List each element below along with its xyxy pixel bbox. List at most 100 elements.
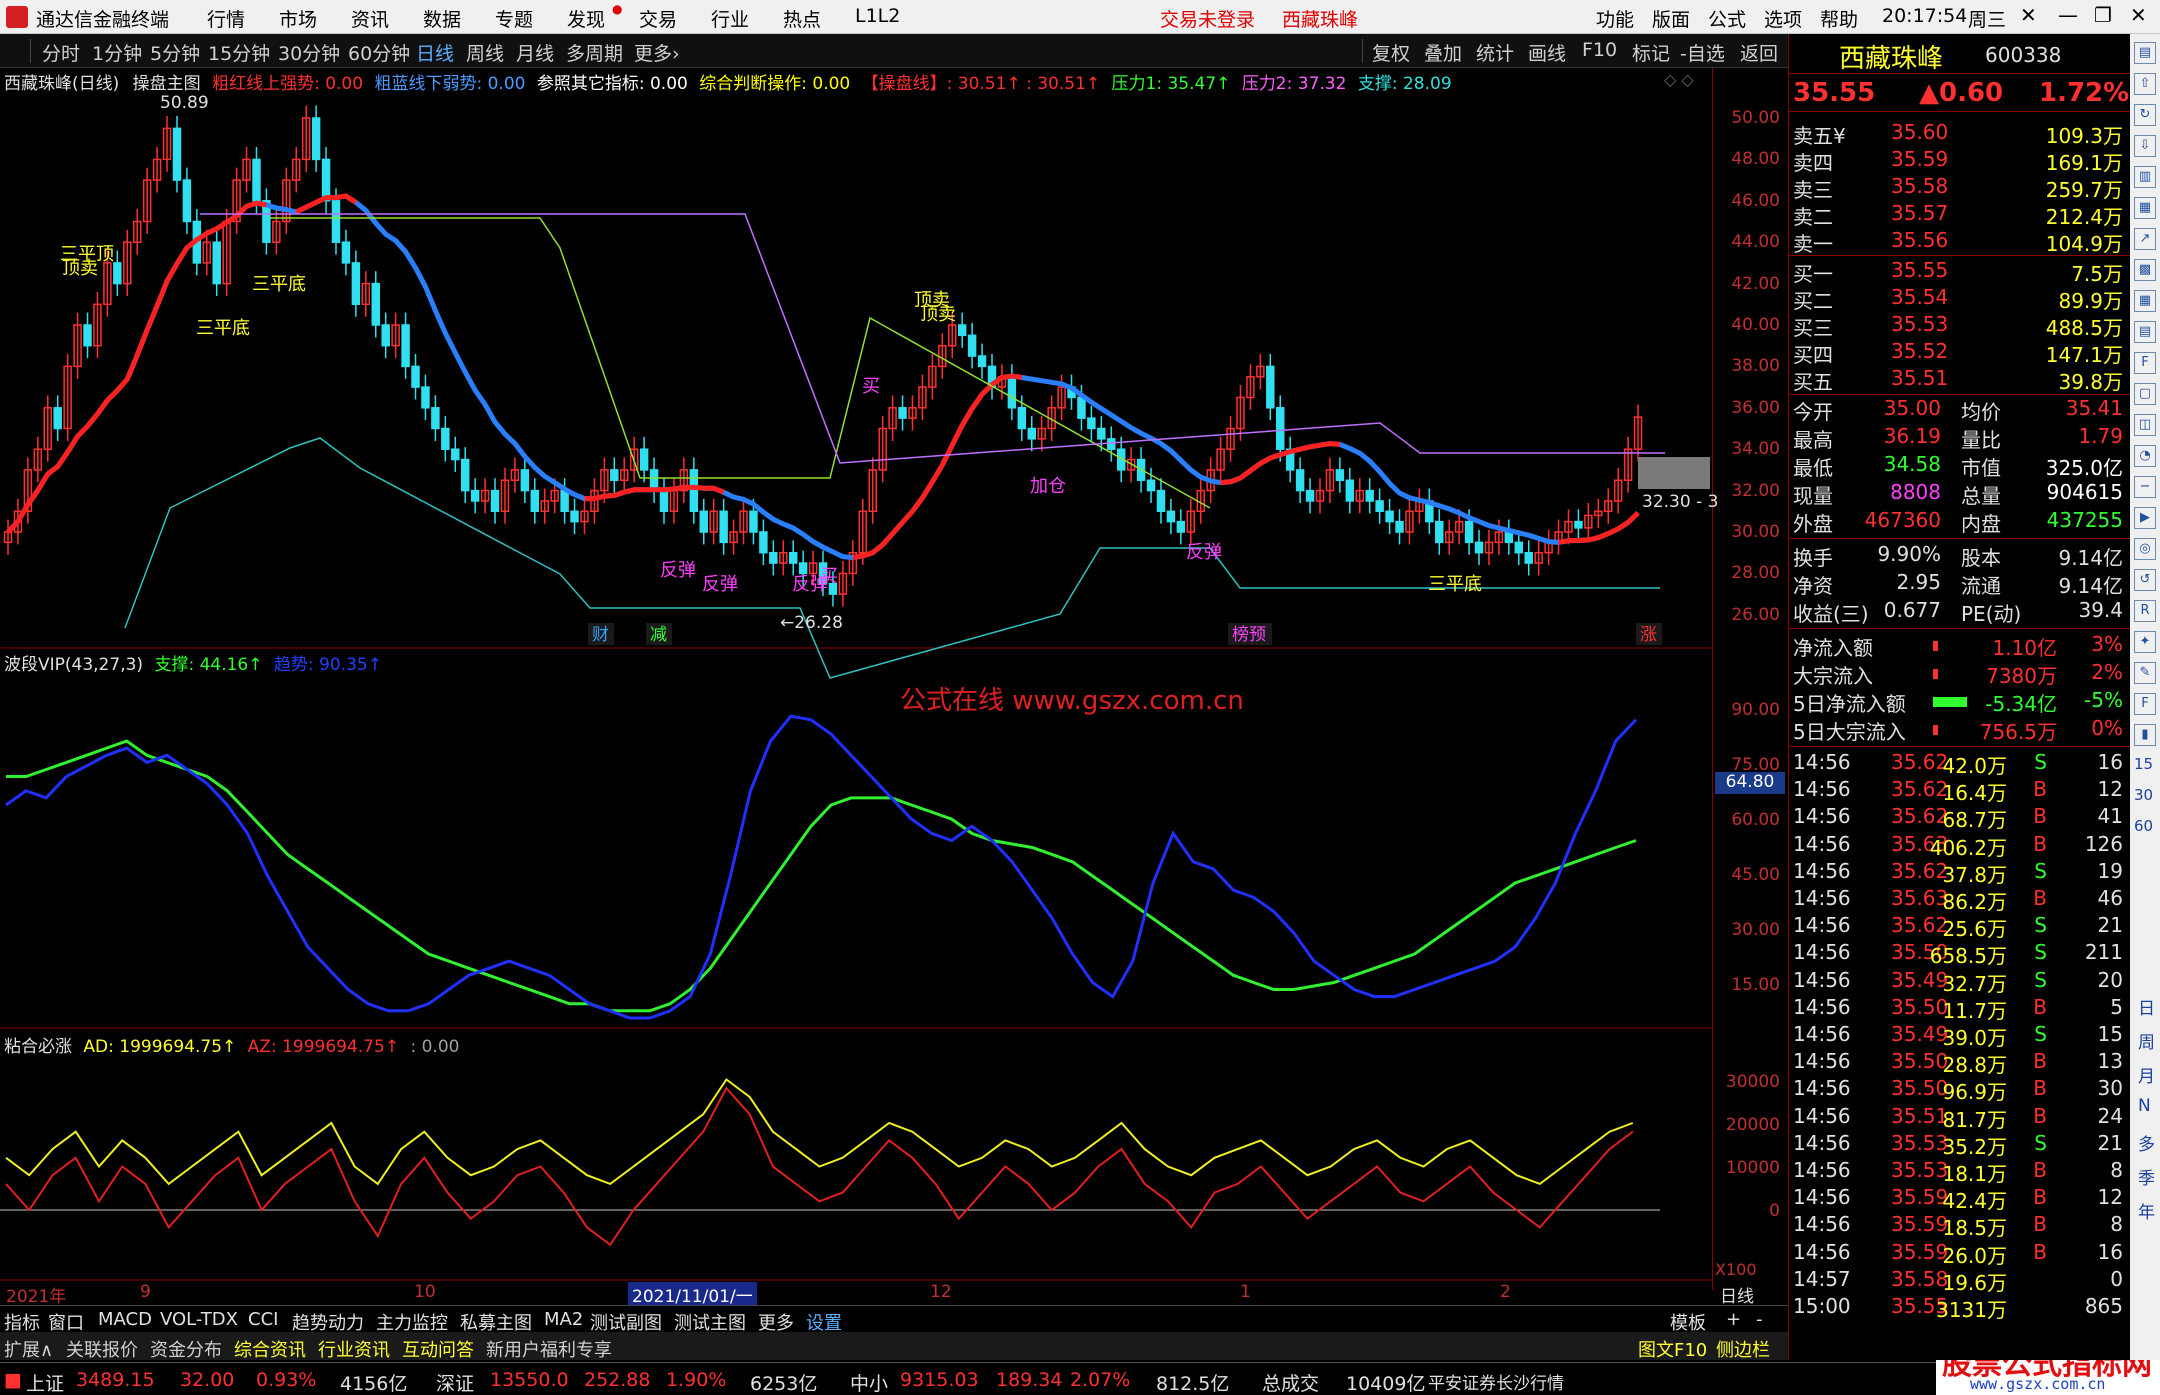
indicator-name[interactable]: 操盘主图	[133, 74, 201, 94]
menu-item-banmian[interactable]: 版面	[1652, 5, 1690, 32]
menu-item-gongshi[interactable]: 公式	[1708, 5, 1746, 32]
label-60[interactable]: 60	[2134, 817, 2153, 835]
minimize-icon[interactable]: —	[2058, 3, 2078, 27]
label-15[interactable]: 15	[2134, 755, 2153, 773]
down-arrow-icon[interactable]: ⇩	[2134, 135, 2156, 157]
event-tag[interactable]: 财	[592, 625, 609, 645]
event-tag[interactable]: 减	[650, 625, 667, 645]
ad-title[interactable]: 粘合必涨	[4, 1037, 72, 1057]
menu-item-hangqing[interactable]: 行情	[207, 5, 245, 32]
remove-watchlist-button[interactable]: -自选	[1680, 39, 1725, 66]
menu-item-zhuanti[interactable]: 专题	[495, 5, 533, 32]
period-side-3[interactable]: N	[2138, 1096, 2151, 1116]
f10-icon[interactable]: F	[2134, 352, 2156, 374]
period-fenshi[interactable]: 分时	[42, 39, 80, 66]
period-daily[interactable]: 日线	[416, 39, 454, 66]
menu-item-zixun[interactable]: 资讯	[351, 5, 389, 32]
tab-cci[interactable]: CCI	[248, 1309, 278, 1330]
period-side-4[interactable]: 多	[2138, 1130, 2155, 1155]
close-tab-icon[interactable]: ✕	[2020, 3, 2037, 27]
menu-item-hangye[interactable]: 行业	[711, 5, 749, 32]
bid-row[interactable]: 买三 35.53 488.5万	[1793, 312, 2127, 340]
tab-f10[interactable]: 图文F10	[1638, 1336, 1707, 1362]
sh-name[interactable]: 上证	[26, 1369, 64, 1395]
chart-area[interactable]: 50.89←26.28三平顶顶卖三平底三平底顶卖顶卖反弹反弹 反弹买 三平底加仓反弹…	[0, 68, 1712, 1290]
period-side-5[interactable]: 季	[2138, 1164, 2155, 1189]
bar-chart-icon[interactable]: ▥	[2134, 166, 2156, 188]
grid-icon[interactable]: ▩	[2134, 259, 2156, 281]
tab-qa[interactable]: 互动问答	[402, 1336, 474, 1362]
ask-row[interactable]: 卖一 35.56 104.9万	[1793, 228, 2127, 256]
bid-row[interactable]: 买二 35.54 89.9万	[1793, 285, 2127, 313]
tab-new-user[interactable]: 新用户福利专享	[486, 1336, 612, 1362]
pen-icon[interactable]: ✎	[2134, 662, 2156, 684]
period-side-6[interactable]: 年	[2138, 1198, 2155, 1223]
ask-row[interactable]: 卖二 35.57 212.4万	[1793, 201, 2127, 229]
period-30min[interactable]: 30分钟	[278, 39, 340, 66]
period-more[interactable]: 更多›	[634, 39, 680, 66]
menu-item-gongneng[interactable]: 功能	[1596, 5, 1634, 32]
menu-item-redian[interactable]: 热点	[783, 5, 821, 32]
zx-name[interactable]: 中小	[850, 1369, 888, 1395]
tab-ma2[interactable]: MA2	[544, 1309, 583, 1330]
tab-related-quote[interactable]: 关联报价	[66, 1336, 138, 1362]
bid-row[interactable]: 买一 35.55 7.5万	[1793, 258, 2127, 286]
table-icon[interactable]: ▤	[2134, 321, 2156, 343]
play-icon[interactable]: ▶	[2134, 507, 2156, 529]
ask-row[interactable]: 卖五¥ 35.60 109.3万	[1793, 120, 2127, 148]
menu-item-shichang[interactable]: 市场	[279, 5, 317, 32]
page-icon[interactable]: ▢	[2134, 383, 2156, 405]
tab-industry-news[interactable]: 行业资讯	[318, 1336, 390, 1362]
tab-news[interactable]: 综合资讯	[234, 1336, 306, 1362]
login-status[interactable]: 交易未登录	[1160, 5, 1255, 32]
kline2-icon[interactable]: ▦	[2134, 290, 2156, 312]
bid-row[interactable]: 买四 35.52 147.1万	[1793, 339, 2127, 367]
tab-vol-tdx[interactable]: VOL-TDX	[160, 1309, 238, 1330]
ask-row[interactable]: 卖三 35.58 259.7万	[1793, 174, 2127, 202]
period-side-1[interactable]: 周	[2138, 1028, 2155, 1053]
line-chart-icon[interactable]: ↗	[2134, 228, 2156, 250]
draw-line-button[interactable]: 画线	[1528, 39, 1566, 66]
menu-item-jiaoyi[interactable]: 交易	[639, 5, 677, 32]
wave-title[interactable]: 波段VIP(43,27,3)	[4, 655, 143, 675]
sz-name[interactable]: 深证	[436, 1369, 474, 1395]
kline-icon[interactable]: ▦	[2134, 197, 2156, 219]
mark-button[interactable]: 标记	[1632, 39, 1670, 66]
menu-item-shuju[interactable]: 数据	[423, 5, 461, 32]
period-weekly[interactable]: 周线	[466, 39, 504, 66]
close-window-icon[interactable]: ✕	[2130, 3, 2147, 27]
ask-row[interactable]: 卖四 35.59 169.1万	[1793, 147, 2127, 175]
spark-icon[interactable]: ✦	[2134, 631, 2156, 653]
period-5min[interactable]: 5分钟	[150, 39, 200, 66]
period-monthly[interactable]: 月线	[516, 39, 554, 66]
add-panel-button[interactable]: +	[1726, 1309, 1741, 1330]
tab-macd[interactable]: MACD	[98, 1309, 152, 1330]
bid-row[interactable]: 买五 35.51 39.8万	[1793, 366, 2127, 394]
menu-item-bangzhu[interactable]: 帮助	[1820, 5, 1858, 32]
event-tag[interactable]: 榜预	[1232, 625, 1266, 645]
stats-button[interactable]: 统计	[1476, 39, 1514, 66]
header-diamond-icon[interactable]: ◇ ◇	[1664, 70, 1694, 89]
clock-icon[interactable]: ◔	[2134, 445, 2156, 467]
tab-expand[interactable]: 扩展∧	[4, 1336, 53, 1362]
period-side-0[interactable]: 日	[2138, 994, 2155, 1019]
event-tag[interactable]: 涨	[1640, 625, 1657, 645]
up-arrow-icon[interactable]: ⇧	[2134, 73, 2156, 95]
label-30[interactable]: 30	[2134, 786, 2153, 804]
back-button[interactable]: 返回	[1740, 39, 1778, 66]
menu-item-xuanxiang[interactable]: 选项	[1764, 5, 1802, 32]
period-1min[interactable]: 1分钟	[92, 39, 142, 66]
tab-fund-dist[interactable]: 资金分布	[150, 1336, 222, 1362]
refresh2-icon[interactable]: ↺	[2134, 569, 2156, 591]
f10-button[interactable]: F10	[1582, 39, 1617, 61]
refresh-icon[interactable]: ↻	[2134, 104, 2156, 126]
minus-icon[interactable]: −	[2134, 476, 2156, 498]
volume-icon[interactable]: ▮	[2134, 724, 2156, 746]
rsi-icon[interactable]: R	[2134, 600, 2156, 622]
f5-icon[interactable]: ◎	[2134, 538, 2156, 560]
restore-icon[interactable]: ❐	[2094, 3, 2112, 27]
stock-list-icon[interactable]: ▤	[2134, 42, 2156, 64]
overlay-button[interactable]: 叠加	[1424, 39, 1462, 66]
fuquan-button[interactable]: 复权	[1372, 39, 1410, 66]
menu-item-l1l2[interactable]: L1L2	[855, 5, 900, 27]
